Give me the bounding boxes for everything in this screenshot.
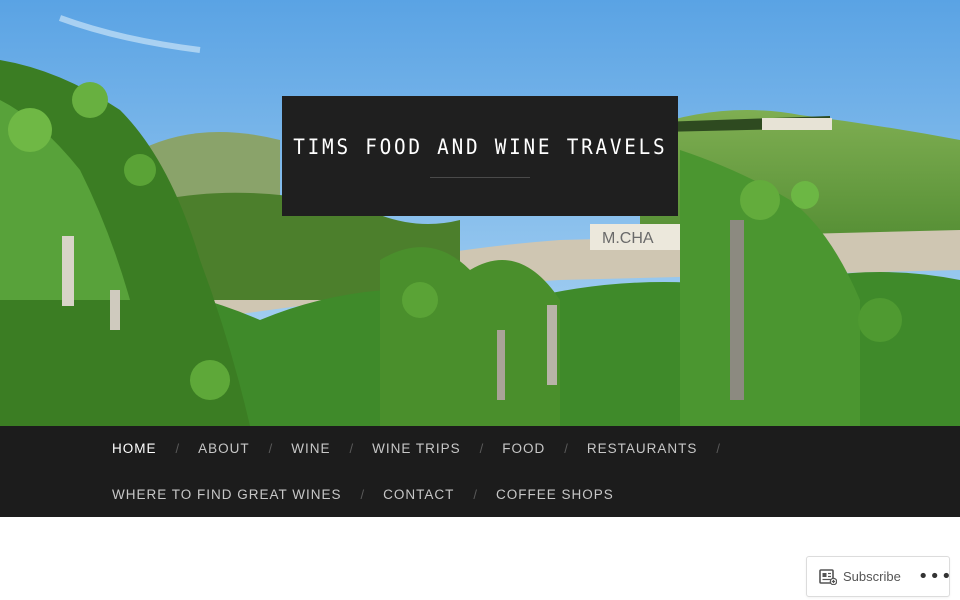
subscribe-button[interactable]: Subscribe — [807, 557, 901, 596]
nav-item-food[interactable]: FOOD — [502, 441, 545, 456]
nav-item-about[interactable]: ABOUT — [198, 441, 250, 456]
nav-item-contact[interactable]: CONTACT — [383, 487, 454, 502]
more-options-button[interactable]: ••• — [918, 557, 953, 596]
nav-item-coffee-shops[interactable]: COFFEE SHOPS — [496, 487, 614, 502]
nav-separator: / — [360, 486, 365, 502]
subscribe-label: Subscribe — [843, 569, 901, 584]
nav-separator: / — [473, 486, 478, 502]
site-title[interactable]: TIMS FOOD AND WINE TRAVELS — [293, 135, 667, 159]
more-dots-icon: ••• — [917, 566, 953, 587]
nav-row-1: HOME / ABOUT / WINE / WINE TRIPS / FOOD … — [112, 438, 739, 458]
nav-separator: / — [268, 440, 273, 456]
nav-item-restaurants[interactable]: RESTAURANTS — [587, 441, 698, 456]
hero-sign-text: M.CHA — [602, 230, 654, 247]
title-divider — [430, 176, 530, 178]
main-navigation: HOME / ABOUT / WINE / WINE TRIPS / FOOD … — [0, 426, 960, 517]
nav-item-home[interactable]: HOME — [112, 441, 157, 456]
nav-row-2: WHERE TO FIND GREAT WINES / CONTACT / CO… — [112, 484, 614, 504]
site-header: M.CHA TIMS FOOD AND WINE TRAVELS — [0, 0, 960, 426]
nav-item-wine-trips[interactable]: WINE TRIPS — [372, 441, 461, 456]
subscribe-widget: Subscribe ••• — [806, 556, 953, 597]
nav-separator: / — [349, 440, 354, 456]
nav-separator: / — [564, 440, 568, 456]
nav-separator: / — [479, 440, 484, 456]
reader-follow-icon — [819, 568, 837, 585]
nav-item-where-to-find-great-wines[interactable]: WHERE TO FIND GREAT WINES — [112, 487, 342, 502]
nav-item-wine[interactable]: WINE — [291, 441, 330, 456]
site-title-box: TIMS FOOD AND WINE TRAVELS — [282, 96, 678, 216]
nav-separator: / — [716, 440, 721, 456]
nav-separator: / — [175, 440, 180, 456]
